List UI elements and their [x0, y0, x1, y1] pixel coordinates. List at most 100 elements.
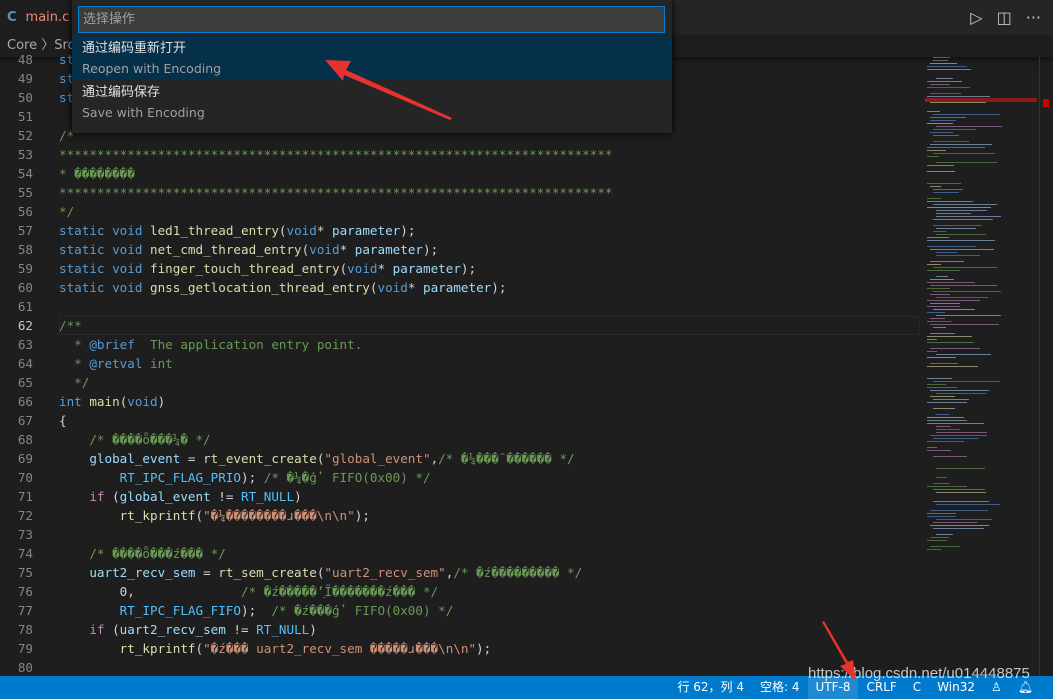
line-number: 54	[17, 166, 33, 181]
person-feedback-icon[interactable]: ♙	[983, 676, 1010, 699]
ellipsis-icon[interactable]: ···	[1026, 8, 1041, 27]
quick-pick-item-reopen[interactable]: 通过编码重新打开 Reopen with Encoding	[72, 36, 672, 80]
minimap-line	[930, 324, 999, 325]
code-text: */	[59, 202, 74, 221]
minimap-line	[930, 546, 961, 547]
code-text: static void led1_thread_entry(void* para…	[59, 221, 415, 240]
platform[interactable]: Win32	[929, 676, 983, 699]
code-token: void	[309, 242, 340, 257]
code-line[interactable]: 55 **************************************…	[0, 183, 920, 202]
code-line[interactable]: 80	[0, 658, 920, 676]
minimap-line	[927, 87, 970, 88]
code-line[interactable]: 54 * ��������	[0, 164, 920, 183]
code-token: global_event	[59, 451, 181, 466]
code-line[interactable]: 65 */	[0, 373, 920, 392]
split-editor-icon[interactable]: ◫	[997, 8, 1012, 27]
minimap[interactable]	[925, 55, 1040, 676]
encoding[interactable]: UTF-8	[807, 676, 859, 699]
code-line[interactable]: 74 /* ����ȫ���ź��� */	[0, 544, 920, 563]
code-line[interactable]: 64 * @retval int	[0, 354, 920, 373]
code-token: ****************************************…	[59, 147, 613, 162]
minimap-line	[930, 390, 990, 391]
code-text: ****************************************…	[59, 145, 613, 164]
code-token: *	[377, 261, 393, 276]
minimap-line	[927, 321, 952, 322]
minimap-line	[933, 399, 969, 400]
quick-pick-item-save[interactable]: 通过编码保存 Save with Encoding	[72, 80, 672, 124]
minimap-line	[930, 84, 951, 85]
minimap-line	[930, 303, 961, 304]
line-number: 71	[17, 489, 33, 504]
minimap-line	[930, 537, 949, 538]
language-mode[interactable]: C	[905, 676, 929, 699]
tab-main-c[interactable]: C main.c	[0, 0, 80, 35]
code-line[interactable]: 67 {	[0, 411, 920, 430]
code-line[interactable]: 78 if (uart2_recv_sem != RT_NULL)	[0, 620, 920, 639]
minimap-line	[930, 435, 988, 436]
minimap-line	[927, 357, 956, 358]
code-line[interactable]: 75 uart2_recv_sem = rt_sem_create("uart2…	[0, 563, 920, 582]
code-line[interactable]: 66 int main(void)	[0, 392, 920, 411]
minimap-line	[927, 420, 967, 421]
code-line[interactable]: 56 */	[0, 202, 920, 221]
cursor-position[interactable]: 行 62，列 4	[669, 676, 752, 699]
code-line[interactable]: 76 0, /* �ź�����ʼֵΪ�������ź��� */	[0, 582, 920, 601]
code-text: */	[59, 373, 89, 392]
code-line[interactable]: 69 global_event = rt_event_create("globa…	[0, 449, 920, 468]
code-token: !=	[210, 489, 242, 504]
code-line[interactable]: 79 rt_kprintf("�ź��� uart2_recv_sem ����…	[0, 639, 920, 658]
play-icon[interactable]: ▷	[970, 8, 982, 27]
code-line[interactable]: 59 static void finger_touch_thread_entry(…	[0, 259, 920, 278]
code-line[interactable]: 57 static void led1_thread_entry(void* pa…	[0, 221, 920, 240]
minimap-line	[927, 336, 973, 337]
line-number: 67	[17, 413, 33, 428]
minimap-line	[933, 141, 970, 142]
code-token: *	[59, 356, 90, 371]
minimap-line	[927, 150, 947, 151]
code-line[interactable]: 62 /**	[0, 316, 920, 335]
code-line[interactable]: 61	[0, 297, 920, 316]
minimap-line	[927, 201, 974, 202]
code-token: if	[59, 489, 105, 504]
code-line[interactable]: 58 static void net_cmd_thread_entry(void*…	[0, 240, 920, 259]
code-line[interactable]: 53 **************************************…	[0, 145, 920, 164]
code-token: );	[400, 223, 416, 238]
minimap-line	[927, 402, 967, 403]
minimap-line	[933, 231, 947, 232]
code-token: RT_IPC_FLAG_PRIO	[59, 470, 241, 485]
code-line[interactable]: 60 static void gnss_getlocation_thread_en…	[0, 278, 920, 297]
line-number: 62	[17, 318, 33, 333]
code-token: parameter	[354, 242, 424, 257]
minimap-line	[936, 213, 971, 214]
code-token: (	[195, 641, 204, 656]
code-token: )	[294, 489, 302, 504]
bell-icon[interactable]: 🔔︎	[1010, 676, 1041, 699]
code-line[interactable]: 72 rt_kprintf("�¼��������ɹ���\n\n");	[0, 506, 920, 525]
line-number: 70	[17, 470, 33, 485]
code-editor[interactable]: 48st 49st 50st 51 52/* 53 ********************…	[0, 50, 920, 676]
code-line[interactable]: 70 RT_IPC_FLAG_PRIO); /* �¼�ģʽ FIFO(0x00…	[0, 468, 920, 487]
code-line[interactable]: 68 /* ����ȫ���¼� */	[0, 430, 920, 449]
code-line[interactable]: 63 * @brief The application entry point.	[0, 335, 920, 354]
code-line[interactable]: 77 RT_IPC_FLAG_FIFO); /* �ź���ģʽ FIFO(0x…	[0, 601, 920, 620]
code-line[interactable]: 71 if (global_event != RT_NULL)	[0, 487, 920, 506]
quick-pick-input[interactable]	[78, 6, 665, 33]
minimap-line	[936, 78, 954, 79]
minimap-line	[927, 447, 938, 448]
code-line[interactable]: 73	[0, 525, 920, 544]
vertical-scrollbar[interactable]	[1039, 57, 1053, 676]
code-token: parameter	[392, 261, 461, 276]
minimap-line	[930, 120, 956, 121]
code-token: /* �¼���¯������ */	[438, 451, 575, 466]
code-text: /**	[59, 316, 82, 335]
minimap-line	[936, 414, 950, 415]
minimap-line	[927, 342, 975, 343]
minimap-line	[930, 348, 981, 349]
code-token: =	[195, 565, 219, 580]
line-ending[interactable]: CRLF	[858, 676, 904, 699]
minimap-line	[930, 186, 941, 187]
code-text: ****************************************…	[59, 183, 613, 202]
indentation[interactable]: 空格: 4	[752, 676, 808, 699]
minimap-line	[927, 516, 956, 517]
code-token: if	[59, 622, 105, 637]
